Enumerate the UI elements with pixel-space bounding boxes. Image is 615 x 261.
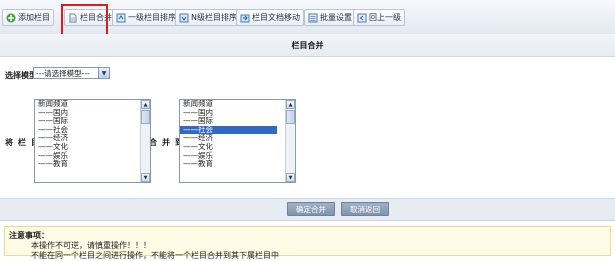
action-bar: 确定合并 取消返回 — [0, 198, 615, 221]
model-select[interactable]: ---请选择模型--- ▼ — [33, 67, 110, 79]
list-item[interactable]: ——教育 — [180, 160, 277, 169]
sort-top-level-icon — [116, 13, 126, 23]
scroll-up-icon[interactable]: ▲ — [286, 100, 295, 109]
batch-settings-button[interactable]: 批量设置 — [304, 9, 356, 26]
scroll-thumb[interactable] — [286, 110, 295, 124]
scroll-down-icon[interactable]: ▼ — [141, 173, 150, 182]
scroll-up-icon[interactable]: ▲ — [141, 100, 150, 109]
notes-line: 不能在同一个栏目之间进行操作，不能将一个栏目合并到其下属栏目中 — [31, 251, 279, 260]
move-documents-button[interactable]: 栏目文档移动 — [236, 9, 304, 26]
toolbar: 添加栏目 栏目合并 一级栏目排序 N级栏目排序 栏目文档移动 批量设置 回上一级 — [0, 0, 615, 35]
notes-panel: 注意事项： 本操作不可逆，请慎重操作！！！ 不能在同一个栏目之间进行操作，不能将… — [4, 226, 611, 260]
title-bar: 栏目合并 — [0, 34, 615, 57]
back-up-button[interactable]: 回上一级 — [353, 9, 405, 26]
chevron-down-icon[interactable]: ▼ — [98, 68, 109, 78]
add-column-button[interactable]: 添加栏目 — [2, 9, 54, 26]
source-column-list[interactable]: 新闻频道 ——国内 ——国际 ——社会 ——经济 ——文化 ——娱乐 ——教育 … — [34, 99, 151, 183]
target-column-list[interactable]: 新闻频道 ——国内 ——国际 ——社会 ——经济 ——文化 ——娱乐 ——教育 … — [179, 99, 296, 183]
sort-n-level-button[interactable]: N级栏目排序 — [175, 9, 241, 26]
add-column-icon — [6, 13, 16, 23]
confirm-merge-button[interactable]: 确定合并 — [287, 202, 335, 216]
scrollbar[interactable]: ▲ ▼ — [285, 100, 295, 182]
sort-top-level-button[interactable]: 一级栏目排序 — [112, 9, 180, 26]
back-up-icon — [357, 13, 367, 23]
scrollbar[interactable]: ▲ ▼ — [140, 100, 150, 182]
sort-n-level-icon — [179, 13, 189, 23]
merge-columns-button[interactable]: 栏目合并 — [64, 9, 116, 26]
page-title: 栏目合并 — [291, 41, 324, 50]
move-documents-icon — [240, 13, 250, 23]
scroll-thumb[interactable] — [141, 110, 150, 124]
cancel-return-button[interactable]: 取消返回 — [341, 202, 389, 216]
model-select-value: ---请选择模型--- — [36, 68, 90, 78]
list-item[interactable]: ——教育 — [35, 160, 132, 169]
scroll-down-icon[interactable]: ▼ — [286, 173, 295, 182]
merge-columns-icon — [68, 13, 78, 23]
batch-settings-icon — [308, 13, 318, 23]
